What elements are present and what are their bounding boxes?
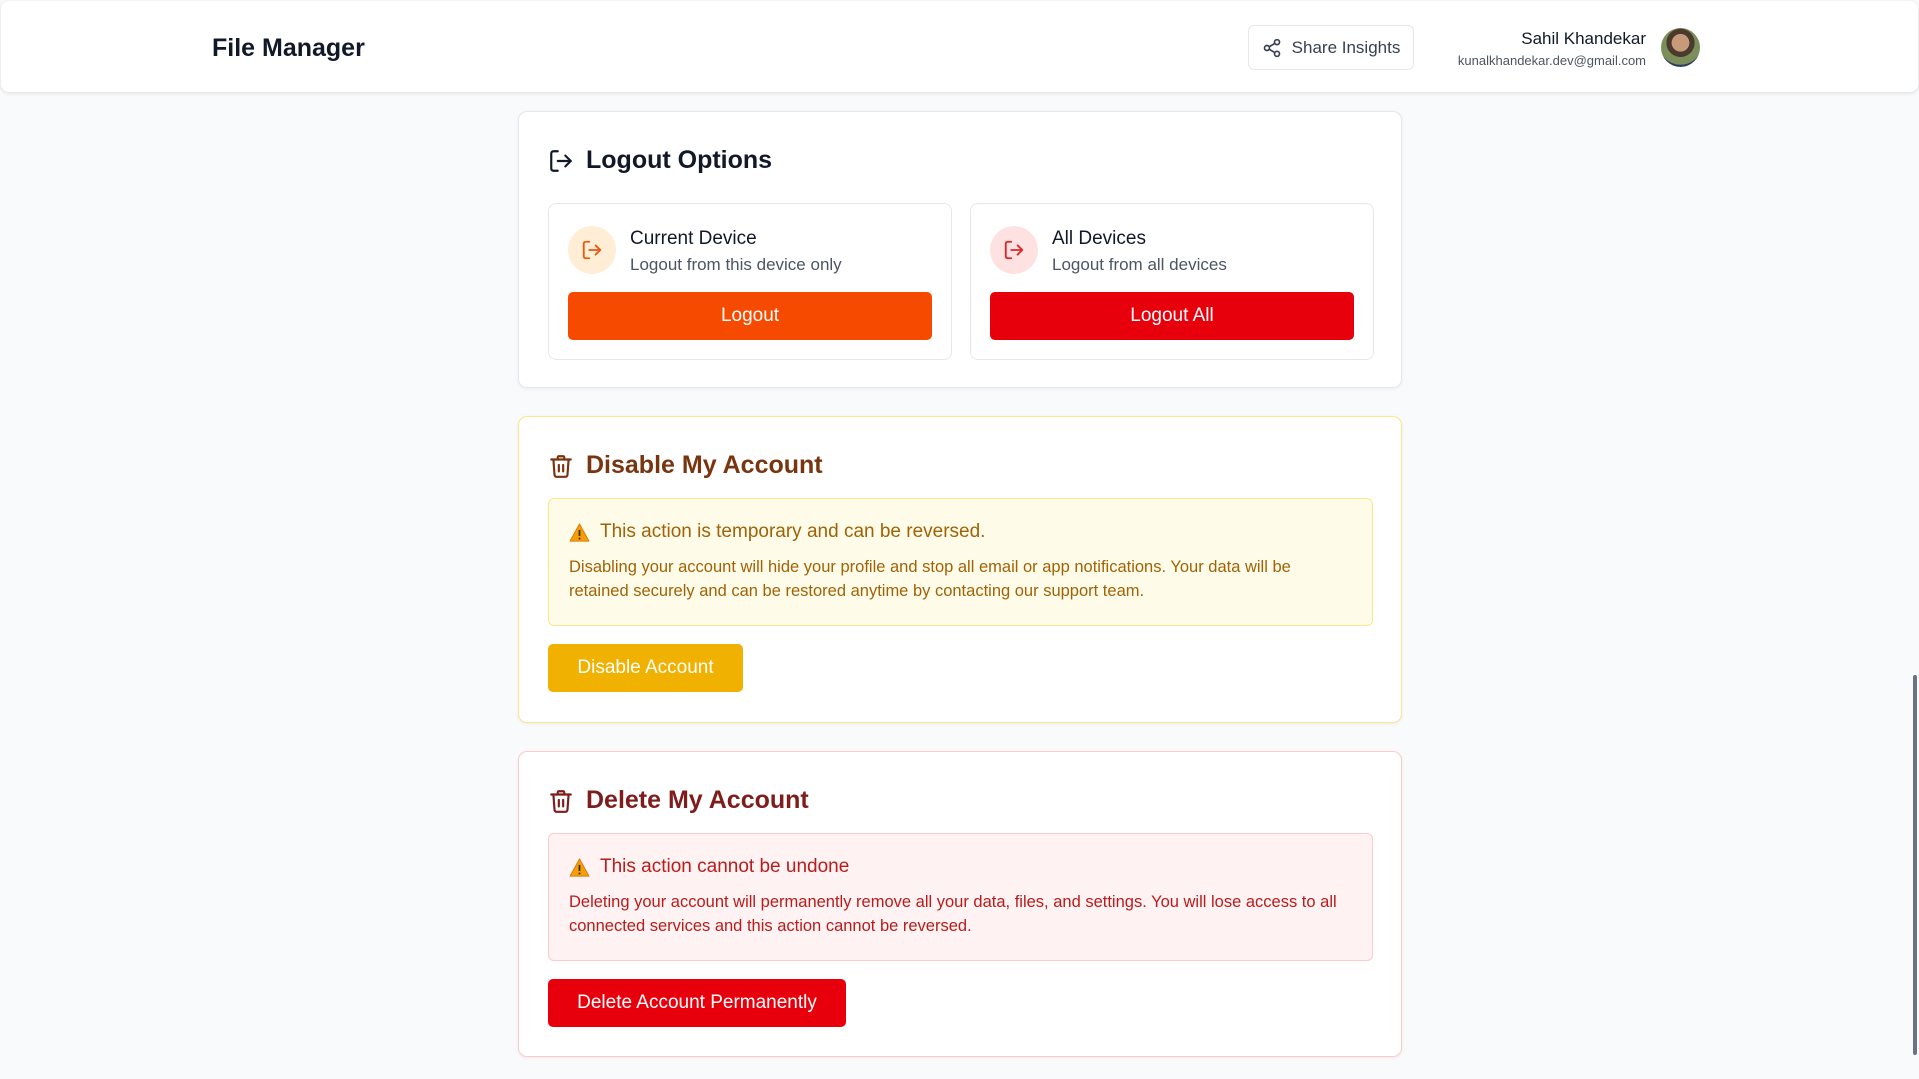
- share-insights-button[interactable]: Share Insights: [1248, 25, 1414, 70]
- warning-icon: [569, 857, 590, 877]
- scrollbar[interactable]: [1913, 675, 1917, 1055]
- user-name: Sahil Khandekar: [1521, 29, 1646, 48]
- delete-account-title: Delete My Account: [586, 786, 809, 814]
- disable-notice-title: This action is temporary and can be reve…: [600, 521, 986, 542]
- logout-current-icon: [568, 226, 616, 274]
- logout-options-title: Logout Options: [586, 146, 773, 174]
- share-icon: [1263, 38, 1280, 57]
- disable-account-title: Disable My Account: [586, 451, 823, 479]
- delete-notice-title: This action cannot be undone: [600, 856, 850, 877]
- logout-options-card: Logout Options Current Device Logout fro…: [518, 111, 1402, 388]
- trash-icon: [550, 789, 572, 813]
- trash-icon: [550, 454, 572, 478]
- delete-warning-notice: This action cannot be undone Deleting yo…: [548, 833, 1373, 961]
- logout-icon: [550, 149, 572, 172]
- disable-warning-notice: This action is temporary and can be reve…: [548, 498, 1373, 626]
- app-title: File Manager: [212, 34, 365, 62]
- logout-button[interactable]: Logout: [568, 292, 932, 340]
- warning-icon: [569, 522, 590, 542]
- delete-account-permanently-button[interactable]: Delete Account Permanently: [548, 979, 846, 1027]
- disable-notice-body: Disabling your account will hide your pr…: [569, 558, 1291, 600]
- delete-notice-body: Deleting your account will permanently r…: [569, 893, 1337, 935]
- current-device-option: Current Device Logout from this device o…: [548, 203, 952, 360]
- all-devices-title: All Devices: [1052, 228, 1146, 249]
- delete-account-card: Delete My Account This action cannot be …: [518, 751, 1402, 1057]
- avatar[interactable]: [1661, 28, 1700, 67]
- all-devices-subtitle: Logout from all devices: [1052, 255, 1227, 274]
- logout-all-icon: [990, 226, 1038, 274]
- disable-account-button[interactable]: Disable Account: [548, 644, 743, 692]
- current-device-title: Current Device: [630, 228, 757, 249]
- share-insights-label: Share Insights: [1291, 37, 1401, 57]
- logout-all-button[interactable]: Logout All: [990, 292, 1354, 340]
- current-device-subtitle: Logout from this device only: [630, 255, 842, 274]
- top-header: File Manager Share Insights Sahil Khande…: [1, 1, 1918, 92]
- all-devices-option: All Devices Logout from all devices Logo…: [970, 203, 1374, 360]
- user-email: kunalkhandekar.dev@gmail.com: [1457, 53, 1646, 68]
- disable-account-card: Disable My Account This action is tempor…: [518, 416, 1402, 723]
